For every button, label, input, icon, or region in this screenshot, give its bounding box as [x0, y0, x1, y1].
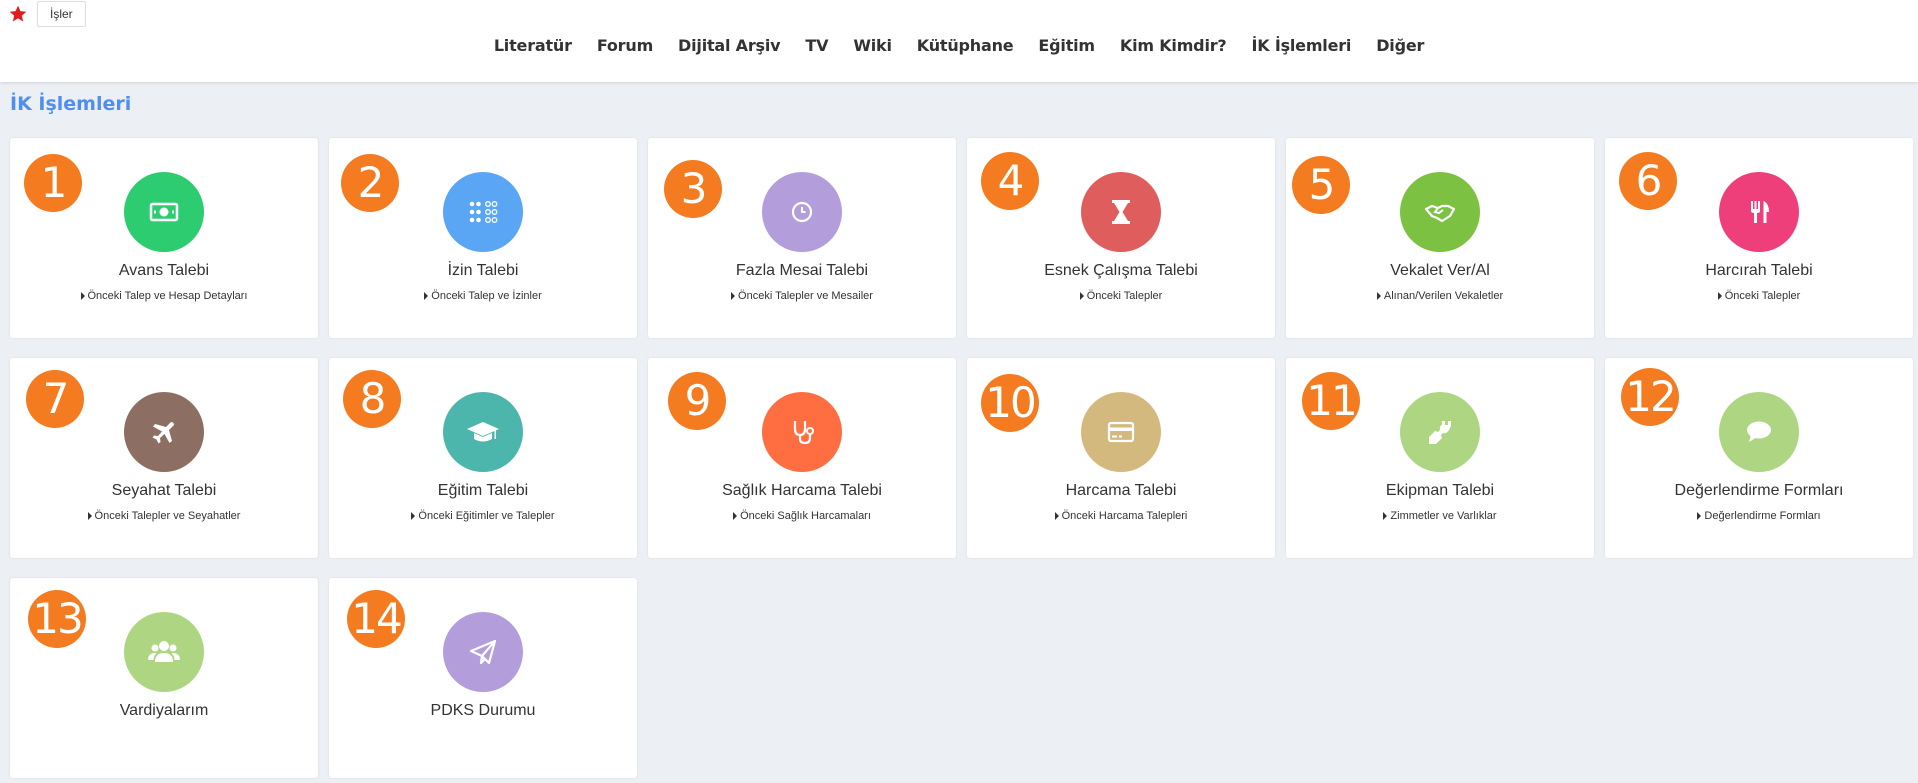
card-title: Vardiyalarım: [119, 702, 209, 719]
card-title: Sağlık Harcama Talebi: [722, 482, 882, 499]
caret-right-icon: [1383, 512, 1388, 520]
card-subtitle-link[interactable]: Önceki Talepler ve Seyahatler: [10, 510, 318, 522]
caret-right-icon: [1717, 292, 1722, 300]
card-subtitle-link[interactable]: Önceki Talepler: [1605, 290, 1913, 302]
card-title: PDKS Durumu: [430, 702, 536, 719]
nav-wiki[interactable]: Wiki: [853, 36, 892, 55]
card-subtitle-link[interactable]: Önceki Talepler: [967, 290, 1275, 302]
nav-forum[interactable]: Forum: [597, 36, 653, 55]
handshake-icon: [1400, 172, 1480, 252]
nav-kutuphane[interactable]: Kütüphane: [917, 36, 1014, 55]
caret-right-icon: [411, 512, 416, 520]
users-icon: [124, 612, 204, 692]
nav-literatur[interactable]: Literatür: [494, 36, 572, 55]
graduation-cap-icon: [443, 392, 523, 472]
cutlery-icon: [1719, 172, 1799, 252]
card-number-badge: 6: [1619, 152, 1677, 210]
hourglass-icon: [1081, 172, 1161, 252]
nav-ik-islemleri[interactable]: İK İşlemleri: [1252, 36, 1352, 55]
card-seyahat-talebi[interactable]: 7 Seyahat Talebi Önceki Talepler ve Seya…: [10, 358, 318, 558]
grid-dots-icon: [443, 172, 523, 252]
paper-plane-icon: [443, 612, 523, 692]
card-subtitle-link[interactable]: Önceki Harcama Talepleri: [967, 510, 1275, 522]
card-subtitle-link[interactable]: Zimmetler ve Varlıklar: [1286, 510, 1594, 522]
card-title: Harcırah Talebi: [1705, 262, 1813, 279]
top-bar: İşler Literatür Forum Dijital Arşiv TV W…: [0, 0, 1918, 82]
card-number-badge: 3: [664, 160, 722, 218]
card-number-badge: 1: [24, 154, 82, 212]
card-title: Seyahat Talebi: [111, 482, 217, 499]
card-degerlendirme-formlari[interactable]: 12 Değerlendirme Formları Değerlendirme …: [1605, 358, 1913, 558]
card-saglik-harcama-talebi[interactable]: 9 Sağlık Harcama Talebi Önceki Sağlık Ha…: [648, 358, 956, 558]
chat-bubble-icon: [1719, 392, 1799, 472]
card-title: Avans Talebi: [118, 262, 210, 279]
plug-icon: [1400, 392, 1480, 472]
card-harcirah-talebi[interactable]: 6 Harcırah Talebi Önceki Talepler: [1605, 138, 1913, 338]
card-title: Değerlendirme Formları: [1674, 482, 1844, 499]
card-title: Vekalet Ver/Al: [1390, 262, 1490, 279]
card-number-badge: 9: [668, 372, 726, 430]
caret-right-icon: [424, 292, 429, 300]
card-number-badge: 8: [343, 370, 401, 428]
stethoscope-icon: [762, 392, 842, 472]
caret-right-icon: [1079, 292, 1084, 300]
card-number-badge: 11: [1302, 372, 1360, 430]
caret-right-icon: [1697, 512, 1702, 520]
card-subtitle-link[interactable]: Değerlendirme Formları: [1605, 510, 1913, 522]
ik-card-grid: 1 Avans Talebi Önceki Talep ve Hesap Det…: [10, 138, 1913, 778]
card-number-badge: 13: [28, 590, 86, 648]
card-fazla-mesai-talebi[interactable]: 3 Fazla Mesai Talebi Önceki Talepler ve …: [648, 138, 956, 338]
page-title: İK İşlemleri: [10, 93, 132, 115]
card-title: Ekipman Talebi: [1385, 482, 1495, 499]
card-number-badge: 7: [26, 370, 84, 428]
card-number-badge: 2: [341, 154, 399, 212]
nav-dijital-arsiv[interactable]: Dijital Arşiv: [678, 36, 781, 55]
favorite-star-icon[interactable]: [8, 4, 28, 24]
caret-right-icon: [87, 512, 92, 520]
card-title: Harcama Talebi: [1065, 482, 1177, 499]
card-title: Fazla Mesai Talebi: [735, 262, 869, 279]
airplane-icon: [124, 392, 204, 472]
card-subtitle-link[interactable]: Önceki Talepler ve Mesailer: [648, 290, 956, 302]
card-avans-talebi[interactable]: 1 Avans Talebi Önceki Talep ve Hesap Det…: [10, 138, 318, 338]
card-number-badge: 4: [981, 152, 1039, 210]
card-subtitle-link[interactable]: Önceki Talep ve Hesap Detayları: [10, 290, 318, 302]
main-nav: Literatür Forum Dijital Arşiv TV Wiki Kü…: [0, 36, 1918, 55]
caret-right-icon: [1376, 292, 1381, 300]
card-vardiyalarim[interactable]: 13 Vardiyalarım: [10, 578, 318, 778]
card-esnek-calisma-talebi[interactable]: 4 Esnek Çalışma Talebi Önceki Talepler: [967, 138, 1275, 338]
card-subtitle-link[interactable]: Önceki Talep ve İzinler: [329, 290, 637, 302]
card-subtitle-link[interactable]: Önceki Sağlık Harcamaları: [648, 510, 956, 522]
card-pdks-durumu[interactable]: 14 PDKS Durumu: [329, 578, 637, 778]
card-title: İzin Talebi: [447, 262, 519, 279]
money-icon: [124, 172, 204, 252]
card-subtitle-link[interactable]: Alınan/Verilen Vekaletler: [1286, 290, 1594, 302]
credit-card-icon: [1081, 392, 1161, 472]
card-egitim-talebi[interactable]: 8 Eğitim Talebi Önceki Eğitimler ve Tale…: [329, 358, 637, 558]
nav-kim-kimdir[interactable]: Kim Kimdir?: [1120, 36, 1227, 55]
card-number-badge: 14: [347, 590, 405, 648]
card-number-badge: 12: [1621, 368, 1679, 426]
tab-isler[interactable]: İşler: [37, 1, 86, 27]
card-number-badge: 10: [981, 374, 1039, 432]
card-title: Eğitim Talebi: [437, 482, 529, 499]
card-harcama-talebi[interactable]: 10 Harcama Talebi Önceki Harcama Taleple…: [967, 358, 1275, 558]
card-number-badge: 5: [1292, 156, 1350, 214]
nav-diger[interactable]: Diğer: [1376, 36, 1424, 55]
card-vekalet-ver-al[interactable]: 5 Vekalet Ver/Al Alınan/Verilen Vekaletl…: [1286, 138, 1594, 338]
card-ekipman-talebi[interactable]: 11 Ekipman Talebi Zimmetler ve Varlıklar: [1286, 358, 1594, 558]
caret-right-icon: [733, 512, 738, 520]
nav-egitim[interactable]: Eğitim: [1038, 36, 1095, 55]
card-subtitle-link[interactable]: Önceki Eğitimler ve Talepler: [329, 510, 637, 522]
caret-right-icon: [1054, 512, 1059, 520]
caret-right-icon: [731, 292, 736, 300]
nav-tv[interactable]: TV: [805, 36, 828, 55]
clock-icon: [762, 172, 842, 252]
card-title: Esnek Çalışma Talebi: [1044, 262, 1198, 279]
card-izin-talebi[interactable]: 2 İzin Talebi Önceki Talep ve İzinler: [329, 138, 637, 338]
caret-right-icon: [80, 292, 85, 300]
